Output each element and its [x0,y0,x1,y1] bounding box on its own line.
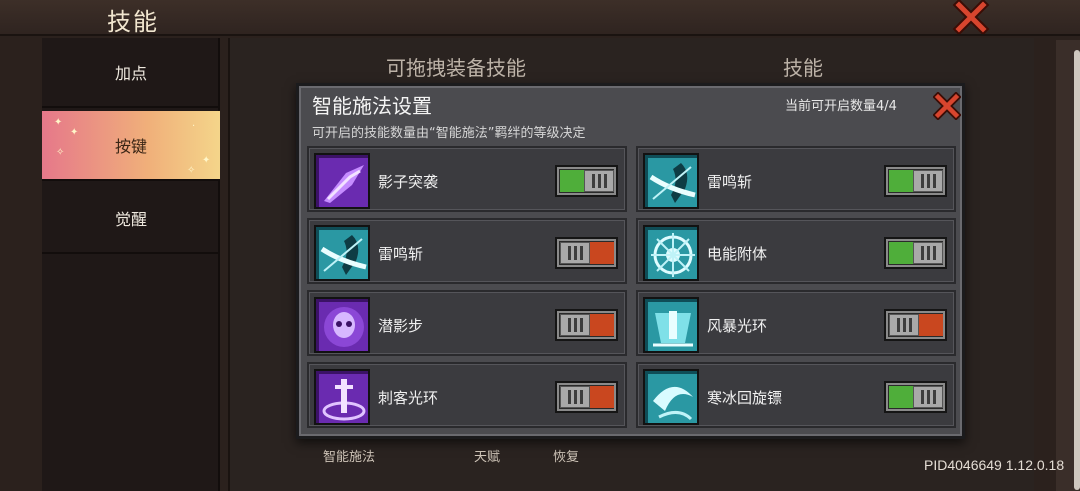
toggle-grip [913,242,943,264]
title-bar: 技能 [0,0,1080,36]
shadow-strike-icon [314,153,370,209]
toggle-grip [560,314,590,336]
toggle-grip [584,170,614,192]
sidebar-item-awaken[interactable]: 觉醒 [42,184,220,254]
skill-row: 影子突袭 [307,146,627,212]
recover-label[interactable]: 恢复 [553,446,579,465]
toggle-grip [560,242,590,264]
sidebar-item-points[interactable]: 加点 [42,38,220,108]
toggle-on-indicator [560,170,584,192]
smart-cast-settings-dialog: 智能施法设置 当前可开启数量4/4 可开启的技能数量由“智能施法”羁绊的等级决定… [296,83,965,439]
skill-row: 雷鸣斩 [307,218,627,284]
assassin-aura-icon [314,369,370,425]
skill-toggle[interactable] [884,165,947,197]
sidebar-item-label: 加点 [114,64,147,83]
skills-heading: 技能 [783,56,823,80]
sidebar: 加点 ✦ ✦ ✧ · ✦ ✧ 按键 觉醒 [42,38,220,491]
toggle-grip [560,386,590,408]
skill-name: 影子突袭 [378,173,439,191]
skill-toggle[interactable] [555,309,618,341]
skill-toggle[interactable] [555,165,618,197]
page-title: 技能 [107,8,159,36]
skill-row: 雷鸣斩 [636,146,956,212]
skill-name: 风暴光环 [707,317,768,335]
scrollbar[interactable] [1056,40,1080,491]
skill-row: 风暴光环 [636,290,956,356]
skill-toggle[interactable] [884,237,947,269]
version-text: PID4046649 1.12.0.18 [924,457,1065,473]
toggle-on-indicator [889,386,913,408]
ice-boomerang-icon [643,369,699,425]
draggable-skills-heading: 可拖拽装备技能 [386,56,526,80]
toggle-off-indicator [590,314,614,336]
close-icon[interactable] [933,92,961,120]
skill-row: 寒冰回旋镖 [636,362,956,428]
skill-toggle[interactable] [555,237,618,269]
toggle-off-indicator [590,386,614,408]
sidebar-item-keys[interactable]: ✦ ✦ ✧ · ✦ ✧ 按键 [42,111,220,181]
electric-possession-icon [643,225,699,281]
close-icon[interactable] [952,0,990,34]
skill-name: 潜影步 [378,317,424,335]
toggle-off-indicator [590,242,614,264]
skill-name: 寒冰回旋镖 [707,389,783,407]
toggle-on-indicator [889,242,913,264]
skill-name: 雷鸣斩 [707,173,753,191]
skill-row: 刺客光环 [307,362,627,428]
toggle-grip [913,170,943,192]
sidebar-item-label: 觉醒 [114,210,147,229]
toggle-on-indicator [889,170,913,192]
thunder-slash-icon [314,225,370,281]
skill-name: 雷鸣斩 [378,245,424,263]
smart-cast-label[interactable]: 智能施法 [323,446,375,465]
toggle-grip [913,386,943,408]
thunder-slash-icon [643,153,699,209]
skill-toggle[interactable] [884,381,947,413]
shadow-step-icon [314,297,370,353]
skill-name: 电能附体 [707,245,768,263]
skill-toggle[interactable] [884,309,947,341]
sidebar-item-label: 按键 [114,137,147,156]
dialog-title: 智能施法设置 [312,94,432,118]
toggle-grip [889,314,919,336]
toggle-off-indicator [919,314,943,336]
storm-aura-icon [643,297,699,353]
talent-label[interactable]: 天赋 [474,446,500,465]
skill-row: 电能附体 [636,218,956,284]
skill-toggle[interactable] [555,381,618,413]
dialog-subtitle: 可开启的技能数量由“智能施法”羁绊的等级决定 [312,126,586,141]
skill-row: 潜影步 [307,290,627,356]
skill-name: 刺客光环 [378,389,439,407]
enable-count: 当前可开启数量4/4 [785,99,897,114]
